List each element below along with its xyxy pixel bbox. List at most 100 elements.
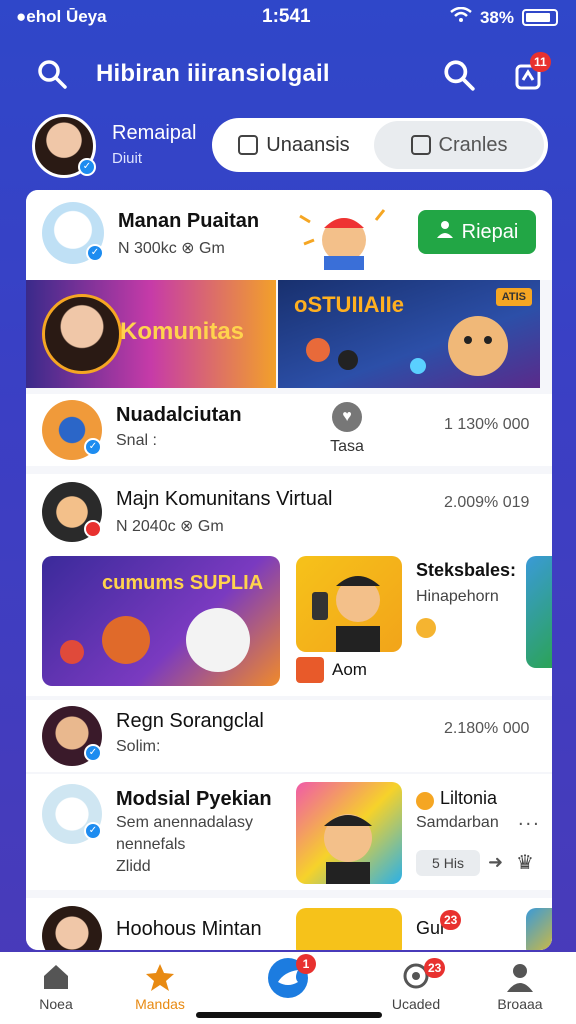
follow-button-label: Riepai bbox=[461, 220, 519, 243]
page-title: Hibiran iiiransiolgail bbox=[96, 60, 330, 87]
item-title: Manan Puaitan bbox=[118, 210, 260, 232]
item-subtitle: Sem anennadalasy bbox=[116, 814, 253, 831]
verified-icon: ✓ bbox=[84, 822, 102, 840]
side-subtitle: Samdarban bbox=[416, 814, 499, 831]
item-title: Hoohous Mintan bbox=[116, 918, 262, 940]
list-item[interactable]: ✓ Modsial Pyekian Sem anennadalasy nenne… bbox=[26, 774, 552, 890]
notification-badge: 11 bbox=[530, 52, 551, 72]
verified-icon: ✓ bbox=[84, 744, 102, 762]
tile-caption-label: Aom bbox=[332, 660, 367, 679]
sticker-image bbox=[294, 200, 394, 270]
segment-option-2-label: Cranles bbox=[438, 133, 508, 156]
item-subtitle-3: Zlidd bbox=[116, 858, 151, 875]
nav-center-badge: 1 bbox=[296, 954, 316, 974]
post-icon bbox=[238, 135, 259, 155]
media-tile[interactable] bbox=[296, 908, 402, 950]
stat-count: 1 130% 000 bbox=[444, 416, 530, 433]
home-icon bbox=[41, 962, 71, 992]
item-subtitle: N 2040c ⊗ Gm bbox=[116, 518, 224, 535]
media-tile[interactable]: cumums SUPLIA bbox=[42, 556, 280, 686]
clock: 1:541 bbox=[262, 6, 311, 27]
follow-button[interactable]: Riepai bbox=[418, 210, 536, 254]
cartoon-illustration bbox=[324, 814, 372, 884]
list-item[interactable]: ✓ Regn Sorangclal Solim: 2.180% 000 bbox=[26, 700, 552, 772]
stat-count: 2.009% 019 bbox=[444, 494, 530, 511]
item-subtitle-2: nennefals bbox=[116, 836, 186, 853]
top-bar: Hibiran iiiransiolgail 11 bbox=[0, 50, 576, 98]
profile-row: ✓ Remaipal Diuit Unaansis Cranles bbox=[32, 114, 552, 178]
search-button[interactable] bbox=[442, 58, 476, 92]
duration-chip: 5 His bbox=[416, 850, 480, 876]
battery-icon bbox=[522, 9, 558, 26]
profile-name: Remaipal bbox=[112, 122, 197, 144]
nav-favorites[interactable]: Mandas bbox=[110, 962, 210, 1012]
app-icon bbox=[296, 657, 324, 683]
item-title: Nuadalciutan bbox=[116, 404, 242, 426]
item-subtitle: N 300kc ⊗ Gm bbox=[118, 240, 225, 257]
segment-option-2[interactable]: Cranles bbox=[374, 121, 544, 169]
verified-icon: ✓ bbox=[86, 244, 104, 262]
verified-icon: ✓ bbox=[84, 438, 102, 456]
badge-icon bbox=[84, 520, 102, 538]
more-options-button[interactable]: ... bbox=[518, 808, 541, 831]
item-subtitle: Snal : bbox=[116, 432, 157, 449]
emoji-icon bbox=[416, 792, 434, 810]
like-button[interactable]: ♥ Tasa bbox=[322, 402, 372, 456]
star-icon bbox=[145, 962, 175, 992]
nav-uploads-badge: 23 bbox=[424, 958, 446, 978]
media-tile[interactable] bbox=[296, 556, 402, 652]
list-item[interactable]: Hoohous Mintan Gul 23 bbox=[26, 898, 552, 950]
search-icon[interactable] bbox=[36, 58, 68, 90]
segment-control: Unaansis Cranles bbox=[212, 118, 548, 172]
item-title: Majn Komunitans Virtual bbox=[116, 488, 333, 510]
side-subtitle: Hinapehorn bbox=[416, 588, 499, 605]
segment-option-1[interactable]: Unaansis bbox=[216, 121, 372, 169]
notification-button[interactable]: 11 bbox=[512, 52, 551, 92]
heart-icon: ♥ bbox=[332, 402, 362, 432]
feed-card: ✓ Manan Puaitan N 300kc ⊗ Gm Riepai Komu… bbox=[26, 190, 552, 950]
list-item[interactable]: ✓ Nuadalciutan Snal : ♥ Tasa 1 130% 000 bbox=[26, 394, 552, 466]
list-item[interactable]: Majn Komunitans Virtual N 2040c ⊗ Gm 2.0… bbox=[26, 474, 552, 696]
status-icons: 38% bbox=[450, 6, 558, 28]
home-indicator bbox=[196, 1012, 382, 1018]
nav-profile[interactable]: Broaaa bbox=[470, 962, 570, 1012]
media-tile[interactable] bbox=[526, 556, 552, 668]
emoji-icon bbox=[416, 618, 436, 638]
game-illustration bbox=[306, 316, 508, 376]
status-bar: ●ehol Ūeya 1:541 38% bbox=[0, 0, 576, 36]
nav-home-label: Noea bbox=[39, 996, 73, 1012]
wifi-icon bbox=[450, 6, 472, 28]
banner-game[interactable]: oSTUIIAIIe ATIS bbox=[278, 280, 540, 388]
profile-subtitle: Diuit bbox=[112, 150, 143, 167]
person-illustration bbox=[312, 576, 380, 652]
list-item[interactable]: ✓ Manan Puaitan N 300kc ⊗ Gm Riepai bbox=[26, 190, 552, 280]
nav-home[interactable]: Noea bbox=[6, 962, 106, 1012]
document-icon bbox=[410, 135, 431, 155]
item-subtitle: Solim: bbox=[116, 738, 161, 755]
segment-option-1-label: Unaansis bbox=[266, 133, 350, 156]
count-badge: 23 bbox=[440, 910, 462, 930]
tile-caption: Aom bbox=[296, 656, 416, 684]
nav-center[interactable]: 1 bbox=[238, 954, 338, 998]
community-banner: Komunitas oSTUIIAIIe ATIS bbox=[26, 280, 552, 388]
side-title: Steksbales: bbox=[416, 560, 517, 580]
side-title: Liltonia bbox=[440, 788, 498, 808]
item-title: Modsial Pyekian bbox=[116, 788, 272, 810]
avatar bbox=[42, 294, 122, 374]
like-label: Tasa bbox=[330, 438, 364, 455]
nav-favorites-label: Mandas bbox=[135, 996, 185, 1012]
share-icon[interactable]: ➜ bbox=[488, 852, 503, 873]
media-tile[interactable] bbox=[296, 782, 402, 884]
banner-community[interactable]: Komunitas bbox=[26, 280, 276, 388]
person-icon bbox=[505, 962, 535, 992]
item-title: Regn Sorangclal bbox=[116, 710, 264, 732]
user-icon bbox=[436, 220, 454, 244]
stat-count: 2.180% 000 bbox=[444, 720, 530, 737]
nav-uploads-label: Ucaded bbox=[391, 996, 441, 1012]
battery-percent: 38% bbox=[479, 7, 514, 27]
nav-uploads[interactable]: 23 Ucaded bbox=[366, 958, 466, 1012]
media-tile[interactable] bbox=[526, 908, 552, 950]
verified-icon: ✓ bbox=[78, 158, 96, 176]
crown-icon[interactable]: ♛ bbox=[516, 850, 534, 875]
carrier-label: ●ehol Ūeya bbox=[16, 7, 107, 26]
